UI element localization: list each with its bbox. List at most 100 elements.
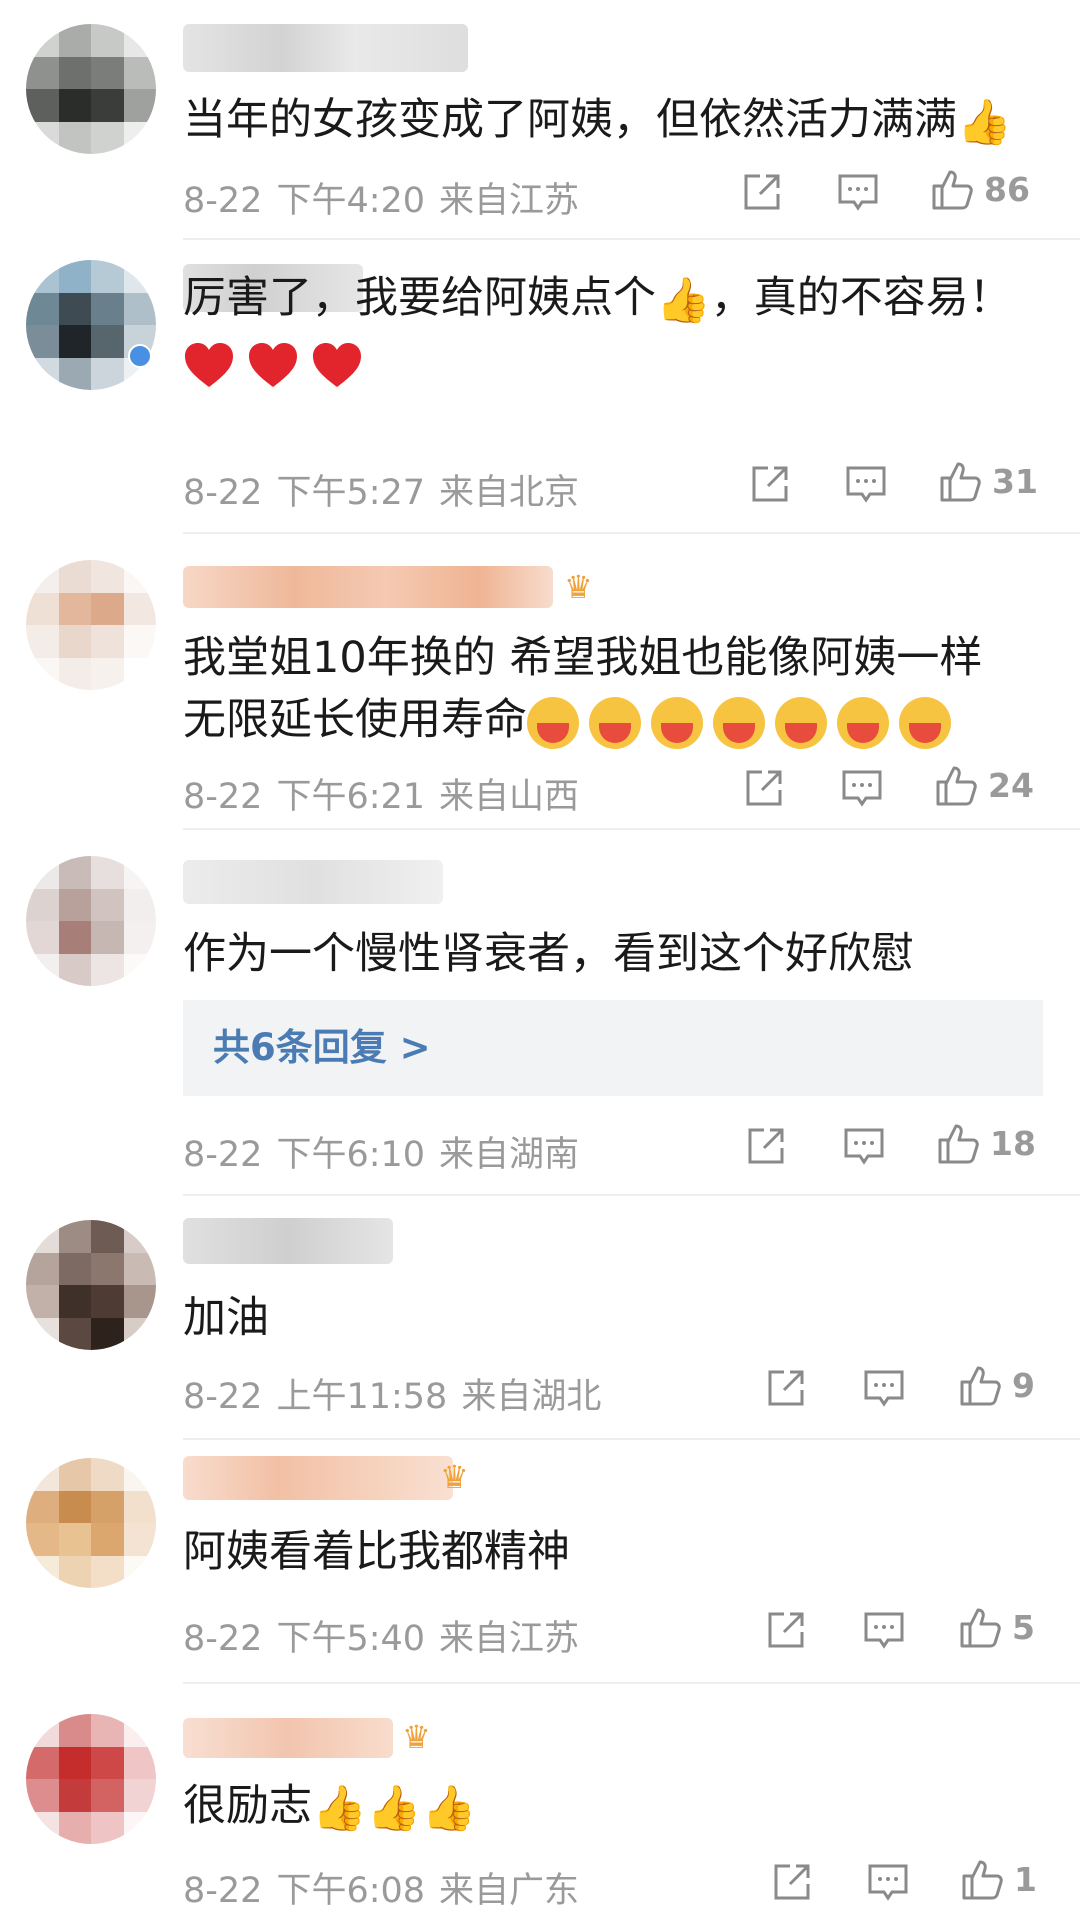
comment-location: 来自湖北 <box>461 1377 602 1417</box>
share-icon <box>746 770 782 806</box>
comment-date: 8-22 <box>183 1619 263 1659</box>
thumbs-up-icon: 👍 <box>957 96 1012 148</box>
reply-button[interactable] <box>862 1366 906 1410</box>
comment-item: 厉害了，我要给阿姨点个👍，真的不容易！ 8-22 下午5:27 来自北京 31 <box>0 240 1080 540</box>
red-heart-icon <box>249 342 297 387</box>
avatar[interactable] <box>26 1458 156 1588</box>
like-button[interactable]: 18 <box>936 1120 1036 1166</box>
vip-crown-icon: ♛ <box>440 1458 469 1496</box>
like-button[interactable]: 31 <box>938 458 1038 504</box>
avatar[interactable] <box>26 260 156 390</box>
comment-time: 下午6:21 <box>276 777 426 817</box>
comment-icon <box>864 1612 904 1649</box>
hugging-face-icon <box>713 696 765 749</box>
comment-date: 8-22 <box>183 1135 263 1175</box>
comment-date: 8-22 <box>183 181 263 221</box>
comment-date: 8-22 <box>183 1377 263 1417</box>
comment-item: 当年的女孩变成了阿姨，但依然活力满满👍 8-22 下午4:20 来自江苏 86 <box>0 0 1080 240</box>
comment-time: 下午5:40 <box>276 1619 426 1659</box>
comment-text-content: 当年的女孩变成了阿姨，但依然活力满满 <box>183 95 957 145</box>
thumbs-up-icon: 👍 <box>366 1782 422 1834</box>
comment-location: 来自湖南 <box>439 1135 580 1175</box>
avatar[interactable] <box>26 856 156 986</box>
share-button[interactable] <box>748 462 792 506</box>
red-heart-icon <box>313 342 361 387</box>
share-button[interactable] <box>764 1608 808 1652</box>
comment-date: 8-22 <box>183 473 263 513</box>
comment-location: 来自山西 <box>439 777 580 817</box>
share-icon <box>752 466 788 502</box>
like-thumb-icon <box>962 1860 1003 1900</box>
comment-text: 厉害了，我要给阿姨点个👍，真的不容易！ <box>183 266 1012 333</box>
like-thumb-icon <box>940 462 981 502</box>
like-thumb-icon <box>936 766 977 806</box>
comment-text-content: 加油 <box>183 1293 269 1343</box>
comment-meta: 8-22 上午11:58 来自湖北 <box>183 1368 615 1419</box>
comment-text-content: 很励志 <box>183 1781 312 1831</box>
reply-button[interactable] <box>842 1124 886 1168</box>
share-button[interactable] <box>764 1366 808 1410</box>
comment-item: ♛ 阿姨看着比我都精神 8-22 下午5:40 来自江苏 5 <box>0 1440 1080 1684</box>
share-button[interactable] <box>742 766 786 810</box>
comment-text: 当年的女孩变成了阿姨，但依然活力满满👍 <box>183 88 1012 155</box>
comment-location: 来自江苏 <box>439 1619 580 1659</box>
share-icon <box>774 1864 810 1900</box>
reply-summary[interactable]: 共6条回复 > <box>183 1000 1043 1096</box>
comment-icon <box>864 1370 904 1407</box>
like-button[interactable]: 86 <box>930 166 1030 212</box>
comment-text-content: 作为一个慢性肾衰者，看到这个好欣慰 <box>183 929 914 979</box>
username-blurred[interactable] <box>183 1456 453 1500</box>
comment-text-content: ，真的不容易！ <box>710 273 1012 323</box>
comment-item: ♛ 很励志👍👍👍 8-22 下午6:08 来自广东 1 <box>0 1684 1080 1911</box>
comment-text-content: 无限延长使用寿命 <box>183 695 527 745</box>
share-icon <box>748 1128 784 1164</box>
avatar[interactable] <box>26 24 156 154</box>
comment-time: 下午5:27 <box>276 473 426 513</box>
comment-text: 无限延长使用寿命 <box>183 688 961 752</box>
username-blurred[interactable] <box>183 566 553 608</box>
avatar[interactable] <box>26 1714 156 1844</box>
comment-text-content: 阿姨看着比我都精神 <box>183 1527 570 1577</box>
like-button[interactable]: 24 <box>934 762 1034 808</box>
username-blurred[interactable] <box>183 24 468 72</box>
view-replies-link[interactable]: 共6条回复 > <box>213 1000 431 1096</box>
username-blurred[interactable] <box>183 1718 393 1758</box>
comment-text: 我堂姐10年换的 希望我姐也能像阿姨一样 <box>183 626 982 690</box>
comment-meta: 8-22 下午4:20 来自江苏 <box>183 172 593 223</box>
comment-meta: 8-22 下午5:40 来自江苏 <box>183 1610 593 1661</box>
like-button[interactable]: 5 <box>958 1604 1035 1650</box>
comment-meta: 8-22 下午6:21 来自山西 <box>183 768 593 819</box>
comment-time: 下午6:08 <box>276 1871 426 1911</box>
like-count: 5 <box>1012 1607 1035 1647</box>
comment-location: 来自江苏 <box>439 181 580 221</box>
reply-button[interactable] <box>840 766 884 810</box>
comment-date: 8-22 <box>183 777 263 817</box>
reply-button[interactable] <box>844 462 888 506</box>
verified-badge-icon <box>128 344 152 368</box>
comment-date: 8-22 <box>183 1871 263 1911</box>
like-count: 31 <box>992 461 1038 501</box>
share-button[interactable] <box>740 170 784 214</box>
comment-time: 下午4:20 <box>276 181 426 221</box>
emoji-row <box>183 330 375 394</box>
share-icon <box>768 1612 804 1648</box>
share-button[interactable] <box>770 1860 814 1904</box>
avatar[interactable] <box>26 560 156 690</box>
reply-button[interactable] <box>862 1608 906 1652</box>
share-icon <box>744 174 780 210</box>
reply-button[interactable] <box>836 170 880 214</box>
comment-meta: 8-22 下午6:08 来自广东 <box>183 1862 593 1913</box>
reply-button[interactable] <box>866 1860 910 1904</box>
username-blurred[interactable] <box>183 860 443 904</box>
like-thumb-icon <box>960 1366 1001 1406</box>
avatar[interactable] <box>26 1220 156 1350</box>
hugging-face-icon <box>589 696 641 749</box>
like-button[interactable]: 1 <box>960 1856 1037 1902</box>
comment-text: 作为一个慢性肾衰者，看到这个好欣慰 <box>183 922 914 986</box>
comment-meta: 8-22 下午6:10 来自湖南 <box>183 1126 593 1177</box>
comment-text-content: 厉害了，我要给阿姨点个 <box>183 273 656 323</box>
share-button[interactable] <box>744 1124 788 1168</box>
comment-icon <box>846 466 886 503</box>
username-blurred[interactable] <box>183 1218 393 1264</box>
like-button[interactable]: 9 <box>958 1362 1035 1408</box>
